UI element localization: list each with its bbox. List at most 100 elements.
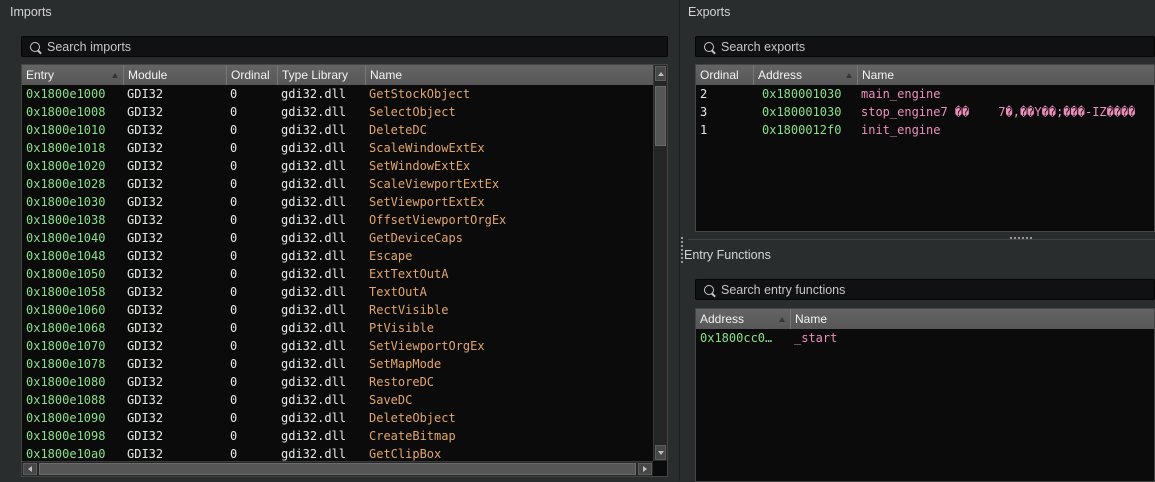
table-row[interactable]: 0x1800e1070 GDI32 0 gdi32.dll SetViewpor…	[22, 337, 653, 355]
entry-functions-search-input[interactable]	[721, 282, 1154, 297]
column-header-ordinal[interactable]: Ordinal	[696, 65, 753, 85]
table-row[interactable]: 0x1800e1040 GDI32 0 gdi32.dll GetDeviceC…	[22, 229, 653, 247]
cell-entry: 0x1800e1000	[26, 87, 106, 101]
cell-type-library: gdi32.dll	[281, 141, 347, 155]
table-row[interactable]: 2 0x180001030 main_engine	[696, 85, 1154, 103]
cell-module: GDI32	[127, 447, 164, 461]
exports-search	[695, 36, 1155, 57]
cell-name: PtVisible	[369, 321, 435, 335]
table-row[interactable]: 0x1800e1080 GDI32 0 gdi32.dll RestoreDC	[22, 373, 653, 391]
cell-entry: 0x1800e1080	[26, 375, 106, 389]
cell-name: DeleteDC	[369, 123, 427, 137]
table-row[interactable]: 0x1800e1018 GDI32 0 gdi32.dll ScaleWindo…	[22, 139, 653, 157]
cell-name: DeleteObject	[369, 411, 456, 425]
cell-module: GDI32	[127, 357, 164, 371]
cell-entry: 0x1800e1070	[26, 339, 106, 353]
cell-ordinal: 0	[230, 195, 238, 209]
cell-type-library: gdi32.dll	[281, 213, 347, 227]
horizontal-scrollbar-thumb[interactable]	[39, 463, 636, 475]
table-row[interactable]: 0x1800cc0… _start	[696, 329, 1154, 347]
cell-ordinal: 1	[700, 123, 708, 137]
column-header-entry[interactable]: Entry	[22, 65, 123, 85]
table-row[interactable]: 0x1800e1060 GDI32 0 gdi32.dll RectVisibl…	[22, 301, 653, 319]
exports-search-input[interactable]	[721, 39, 1154, 54]
table-row[interactable]: 1 0x1800012f0 init_engine	[696, 121, 1154, 139]
table-row[interactable]: 0x1800e1050 GDI32 0 gdi32.dll ExtTextOut…	[22, 265, 653, 283]
cell-ordinal: 3	[700, 105, 708, 119]
vertical-splitter-handle[interactable]	[681, 237, 683, 263]
cell-ordinal: 0	[230, 177, 238, 191]
table-row[interactable]: 3 0x180001030 stop_engine7 �� 7�,��Y��;�…	[696, 103, 1154, 121]
cell-type-library: gdi32.dll	[281, 105, 347, 119]
column-header-name[interactable]: Name	[790, 309, 1154, 329]
cell-ordinal: 0	[230, 321, 238, 335]
arrow-left-icon	[28, 466, 32, 472]
cell-name: ExtTextOutA	[369, 267, 449, 281]
horizontal-scrollbar[interactable]	[22, 461, 653, 476]
table-row[interactable]: 0x1800e1000 GDI32 0 gdi32.dll GetStockOb…	[22, 85, 653, 103]
table-row[interactable]: 0x1800e1008 GDI32 0 gdi32.dll SelectObje…	[22, 103, 653, 121]
cell-entry: 0x1800e1058	[26, 285, 106, 299]
cell-name: SetWindowExtEx	[369, 159, 471, 173]
column-header-name[interactable]: Name	[857, 65, 1154, 85]
entry-functions-table-header: Address Name	[696, 309, 1154, 329]
cell-entry: 0x1800e1010	[26, 123, 106, 137]
cell-module: GDI32	[127, 105, 164, 119]
scroll-right-button[interactable]	[638, 463, 652, 475]
table-row[interactable]: 0x1800e1088 GDI32 0 gdi32.dll SaveDC	[22, 391, 653, 409]
sort-ascending-icon	[112, 72, 118, 78]
cell-entry: 0x1800e1068	[26, 321, 106, 335]
cell-module: GDI32	[127, 267, 164, 281]
cell-module: GDI32	[127, 429, 164, 443]
cell-name: GetDeviceCaps	[369, 231, 463, 245]
arrow-right-icon	[643, 466, 647, 472]
table-row[interactable]: 0x1800e1098 GDI32 0 gdi32.dll CreateBitm…	[22, 427, 653, 445]
table-row[interactable]: 0x1800e1028 GDI32 0 gdi32.dll ScaleViewp…	[22, 175, 653, 193]
cell-module: GDI32	[127, 285, 164, 299]
cell-name: Escape	[369, 249, 413, 263]
table-row[interactable]: 0x1800e10a0 GDI32 0 gdi32.dll GetClipBox	[22, 445, 653, 461]
vertical-scrollbar[interactable]	[653, 65, 667, 461]
cell-name: ScaleViewportExtEx	[369, 177, 500, 191]
cell-entry: 0x1800e1060	[26, 303, 106, 317]
column-header-ordinal[interactable]: Ordinal	[226, 65, 277, 85]
table-row[interactable]: 0x1800e1078 GDI32 0 gdi32.dll SetMapMode	[22, 355, 653, 373]
column-header-type-library[interactable]: Type Library	[277, 65, 365, 85]
cell-ordinal: 0	[230, 231, 238, 245]
cell-type-library: gdi32.dll	[281, 375, 347, 389]
table-row[interactable]: 0x1800e1038 GDI32 0 gdi32.dll OffsetView…	[22, 211, 653, 229]
table-row[interactable]: 0x1800e1058 GDI32 0 gdi32.dll TextOutA	[22, 283, 653, 301]
cell-name: OffsetViewportOrgEx	[369, 213, 507, 227]
entry-functions-search	[695, 279, 1155, 300]
cell-entry: 0x1800e10a0	[26, 447, 106, 461]
column-header-address[interactable]: Address	[753, 65, 857, 85]
table-row[interactable]: 0x1800e1010 GDI32 0 gdi32.dll DeleteDC	[22, 121, 653, 139]
column-header-name[interactable]: Name	[365, 65, 653, 85]
imports-search-input[interactable]	[47, 39, 667, 54]
column-header-module[interactable]: Module	[123, 65, 226, 85]
cell-ordinal: 0	[230, 123, 238, 137]
cell-name: main_engine	[861, 87, 941, 101]
scroll-down-button[interactable]	[655, 445, 666, 460]
vertical-scrollbar-thumb[interactable]	[655, 86, 666, 146]
horizontal-splitter-handle[interactable]	[1010, 237, 1032, 239]
entry-functions-panel-title: Entry Functions	[684, 248, 771, 262]
cell-entry: 0x1800e1050	[26, 267, 106, 281]
cell-module: GDI32	[127, 231, 164, 245]
cell-type-library: gdi32.dll	[281, 429, 347, 443]
cell-address: 0x180001030	[762, 87, 842, 101]
cell-ordinal: 0	[230, 285, 238, 299]
scroll-up-button[interactable]	[655, 66, 666, 81]
table-row[interactable]: 0x1800e1048 GDI32 0 gdi32.dll Escape	[22, 247, 653, 265]
cell-entry: 0x1800e1020	[26, 159, 106, 173]
cell-module: GDI32	[127, 393, 164, 407]
table-row[interactable]: 0x1800e1020 GDI32 0 gdi32.dll SetWindowE…	[22, 157, 653, 175]
scroll-left-button[interactable]	[23, 463, 37, 475]
table-row[interactable]: 0x1800e1090 GDI32 0 gdi32.dll DeleteObje…	[22, 409, 653, 427]
cell-type-library: gdi32.dll	[281, 285, 347, 299]
table-row[interactable]: 0x1800e1068 GDI32 0 gdi32.dll PtVisible	[22, 319, 653, 337]
column-header-address[interactable]: Address	[696, 309, 790, 329]
cell-module: GDI32	[127, 339, 164, 353]
cell-type-library: gdi32.dll	[281, 411, 347, 425]
table-row[interactable]: 0x1800e1030 GDI32 0 gdi32.dll SetViewpor…	[22, 193, 653, 211]
